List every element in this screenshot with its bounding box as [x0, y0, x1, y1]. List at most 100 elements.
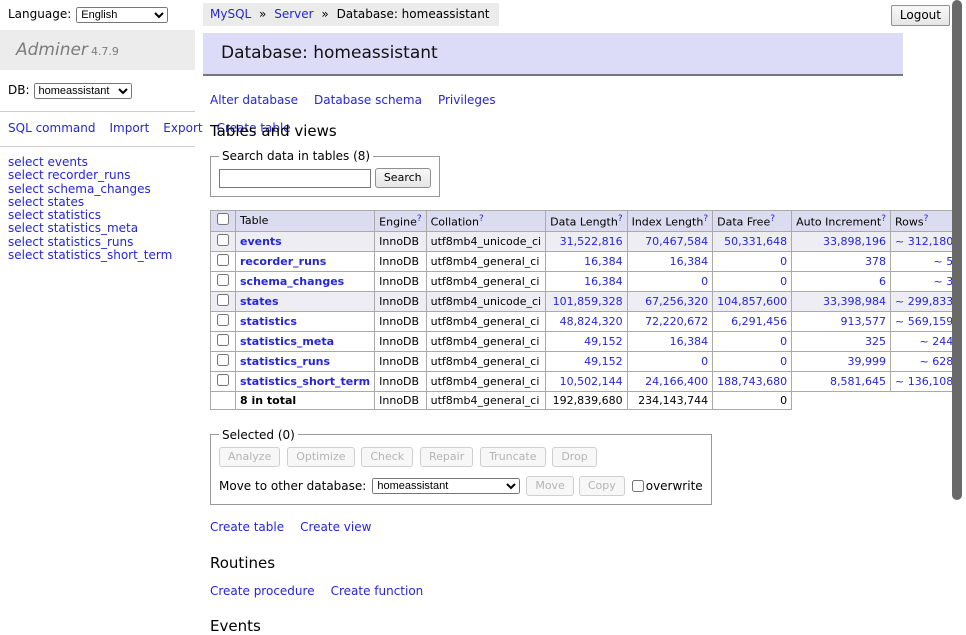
row-checkbox[interactable]	[217, 234, 229, 246]
table-name-link[interactable]: statistics_short_term	[240, 375, 370, 388]
sidebar-item-select-statistics-runs[interactable]: select statistics_runs	[8, 235, 133, 249]
index-length-link[interactable]: 16,384	[670, 335, 709, 348]
select-all-checkbox[interactable]	[217, 213, 229, 225]
sidebar-item-select-schema-changes[interactable]: select schema_changes	[8, 182, 151, 196]
table-name-link[interactable]: recorder_runs	[240, 255, 326, 268]
sql-command-link[interactable]: SQL command	[8, 121, 95, 135]
help-link[interactable]: ?	[924, 214, 929, 224]
row-checkbox[interactable]	[217, 254, 229, 266]
search-button[interactable]: Search	[375, 168, 431, 188]
move-db-select[interactable]: homeassistant	[372, 478, 520, 494]
scrollbar-thumb[interactable]	[952, 0, 962, 500]
rows-count-link[interactable]: ~ 136,108	[895, 375, 953, 388]
create-function-link[interactable]: Create function	[331, 584, 424, 598]
search-input[interactable]	[219, 169, 371, 188]
auto-increment-link[interactable]: 33,398,984	[823, 295, 886, 308]
import-link[interactable]: Import	[109, 121, 149, 135]
sidebar-item-select-statistics-short-term[interactable]: select statistics_short_term	[8, 248, 172, 262]
help-link[interactable]: ?	[703, 214, 708, 224]
create-procedure-link[interactable]: Create procedure	[210, 584, 315, 598]
data-length-link[interactable]: 49,152	[584, 355, 623, 368]
drop-button[interactable]: Drop	[552, 447, 596, 467]
help-link[interactable]: ?	[770, 214, 775, 224]
data-free-link[interactable]: 0	[780, 335, 787, 348]
truncate-button[interactable]: Truncate	[480, 447, 545, 467]
data-free-link[interactable]: 6,291,456	[731, 315, 787, 328]
auto-increment-link[interactable]: 378	[865, 255, 886, 268]
rows-count-link[interactable]: ~ 3	[933, 275, 953, 288]
index-length-link[interactable]: 0	[701, 355, 708, 368]
data-free-link[interactable]: 104,857,600	[717, 295, 787, 308]
table-name-link[interactable]: statistics_meta	[240, 335, 334, 348]
data-length-link[interactable]: 31,522,816	[560, 235, 623, 248]
table-name-link[interactable]: events	[240, 235, 282, 248]
check-button[interactable]: Check	[361, 447, 413, 467]
table-name-link[interactable]: schema_changes	[240, 275, 344, 288]
breadcrumb-server-link[interactable]: Server	[274, 7, 313, 21]
repair-button[interactable]: Repair	[420, 447, 473, 467]
auto-increment-link[interactable]: 913,577	[841, 315, 887, 328]
create-table-link[interactable]: Create table	[210, 520, 284, 534]
sidebar-item-select-events[interactable]: select events	[8, 155, 88, 169]
auto-increment-link[interactable]: 325	[865, 335, 886, 348]
optimize-button[interactable]: Optimize	[287, 447, 354, 467]
row-checkbox[interactable]	[217, 274, 229, 286]
move-button[interactable]: Move	[526, 476, 574, 496]
table-name-link[interactable]: statistics	[240, 315, 297, 328]
help-link[interactable]: ?	[479, 214, 484, 224]
table-name-link[interactable]: statistics_runs	[240, 355, 330, 368]
index-length-link[interactable]: 24,166,400	[645, 375, 708, 388]
help-link[interactable]: ?	[618, 214, 623, 224]
rows-count-link[interactable]: ~ 244	[919, 335, 953, 348]
row-checkbox[interactable]	[217, 354, 229, 366]
help-link[interactable]: ?	[881, 214, 886, 224]
data-free-link[interactable]: 0	[780, 355, 787, 368]
export-link[interactable]: Export	[163, 121, 202, 135]
sidebar-item-select-statistics-meta[interactable]: select statistics_meta	[8, 221, 138, 235]
row-checkbox[interactable]	[217, 314, 229, 326]
rows-count-link[interactable]: ~ 5	[933, 255, 953, 268]
data-length-link[interactable]: 10,502,144	[560, 375, 623, 388]
privileges-link[interactable]: Privileges	[438, 93, 496, 107]
sidebar-item-select-recorder-runs[interactable]: select recorder_runs	[8, 168, 131, 182]
index-length-link[interactable]: 72,220,672	[645, 315, 708, 328]
rows-count-link[interactable]: ~ 312,180	[895, 235, 953, 248]
auto-increment-link[interactable]: 8,581,645	[830, 375, 886, 388]
rows-count-link[interactable]: ~ 628	[919, 355, 953, 368]
row-checkbox[interactable]	[217, 374, 229, 386]
index-length-link[interactable]: 67,256,320	[645, 295, 708, 308]
breadcrumb-mysql-link[interactable]: MySQL	[210, 7, 251, 21]
index-length-link[interactable]: 70,467,584	[645, 235, 708, 248]
auto-increment-link[interactable]: 6	[879, 275, 886, 288]
overwrite-checkbox[interactable]	[632, 480, 644, 492]
create-view-link[interactable]: Create view	[300, 520, 371, 534]
language-select[interactable]: English	[76, 7, 168, 23]
copy-button[interactable]: Copy	[579, 476, 625, 496]
rows-count-link[interactable]: ~ 299,833	[895, 295, 953, 308]
logout-button[interactable]: Logout	[891, 5, 950, 26]
data-free-link[interactable]: 0	[780, 275, 787, 288]
data-free-link[interactable]: 50,331,648	[724, 235, 787, 248]
database-schema-link[interactable]: Database schema	[314, 93, 422, 107]
row-checkbox[interactable]	[217, 334, 229, 346]
rows-count-link[interactable]: ~ 569,159	[895, 315, 953, 328]
db-select[interactable]: homeassistant	[34, 83, 132, 99]
data-length-link[interactable]: 49,152	[584, 335, 623, 348]
index-length-link[interactable]: 0	[701, 275, 708, 288]
sidebar-item-select-states[interactable]: select states	[8, 195, 84, 209]
data-free-link[interactable]: 188,743,680	[717, 375, 787, 388]
data-length-link[interactable]: 16,384	[584, 255, 623, 268]
data-length-link[interactable]: 101,859,328	[553, 295, 623, 308]
alter-database-link[interactable]: Alter database	[210, 93, 298, 107]
index-length-link[interactable]: 16,384	[670, 255, 709, 268]
data-length-link[interactable]: 48,824,320	[560, 315, 623, 328]
sidebar-item-select-statistics[interactable]: select statistics	[8, 208, 101, 222]
data-free-link[interactable]: 0	[780, 255, 787, 268]
help-link[interactable]: ?	[417, 214, 422, 224]
data-length-link[interactable]: 16,384	[584, 275, 623, 288]
row-checkbox[interactable]	[217, 294, 229, 306]
table-name-link[interactable]: states	[240, 295, 279, 308]
auto-increment-link[interactable]: 33,898,196	[823, 235, 886, 248]
analyze-button[interactable]: Analyze	[219, 447, 280, 467]
auto-increment-link[interactable]: 39,999	[848, 355, 887, 368]
